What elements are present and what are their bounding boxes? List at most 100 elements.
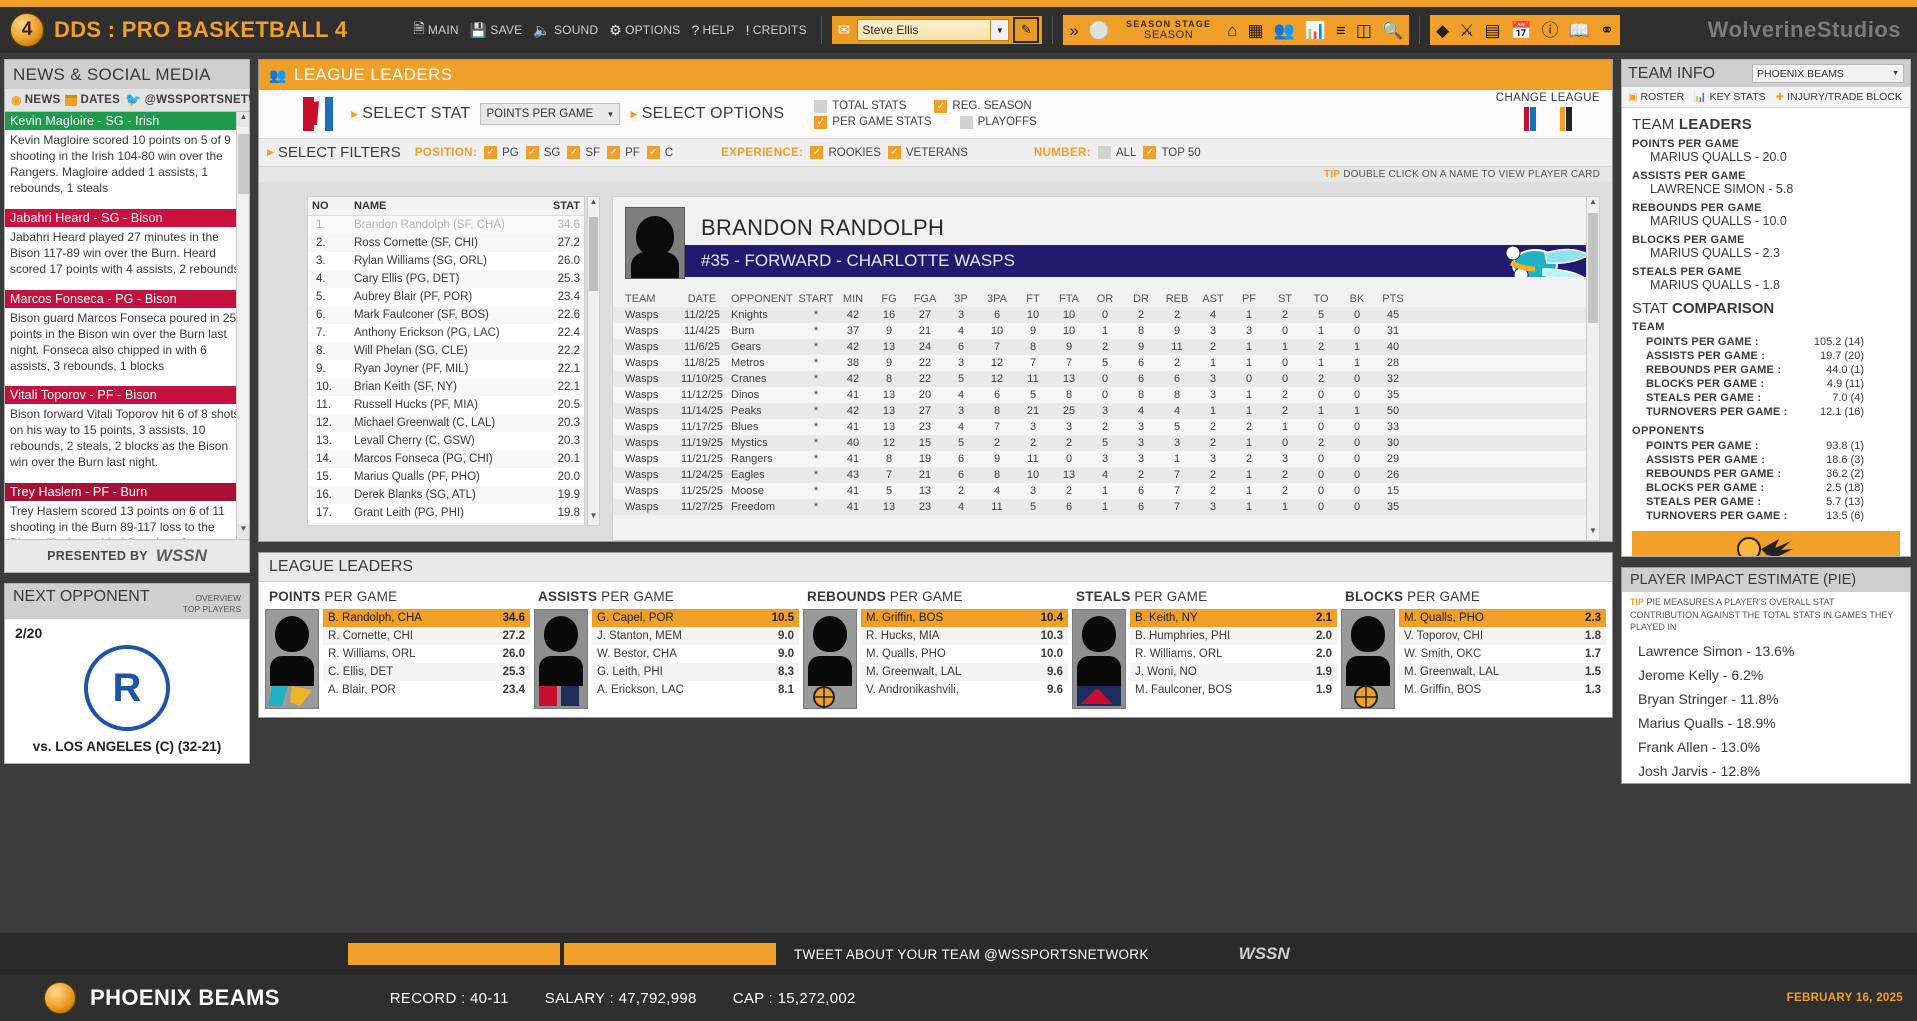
next-opponent-overview[interactable]: OVERVIEW — [195, 593, 241, 603]
scroll-up-icon[interactable]: ▲ — [1587, 197, 1599, 211]
table-row[interactable]: 5.Aubrey Blair (PF, POR)23.4 — [308, 288, 584, 306]
leader-row[interactable]: M. Qualls, PHO2.3 — [1399, 609, 1606, 627]
news-item[interactable]: Kevin Magloire - SG - IrishKevin Magloir… — [5, 112, 249, 199]
table-row[interactable]: 4.Cary Ellis (PG, DET)25.3 — [308, 270, 584, 288]
checkbox-icon[interactable]: ✓ — [1143, 146, 1156, 159]
option-reg-season[interactable]: ✓REG. SEASON — [934, 100, 1031, 113]
gamelog-row[interactable]: Wasps11/14/25Peaks*421327382125344112115… — [613, 403, 1599, 419]
option-total-stats[interactable]: TOTAL STATS — [814, 100, 906, 113]
gamelog-row[interactable]: Wasps11/6/25Gears*421324678929112112140 — [613, 339, 1599, 355]
table-row[interactable]: 17.Grant Leith (PG, PHI)19.8 — [308, 504, 584, 522]
leader-row[interactable]: B. Humphries, PHI2.0 — [1130, 627, 1337, 645]
leader-row[interactable]: G. Capel, POR10.5 — [592, 609, 799, 627]
news-item[interactable]: Jabahri Heard - SG - BisonJabahri Heard … — [5, 209, 249, 280]
search-icon[interactable]: 🔍 — [1382, 22, 1403, 39]
table-row[interactable]: 9.Ryan Joyner (PF, MIL)22.1 — [308, 360, 584, 378]
checkbox-icon[interactable]: ✓ — [567, 146, 580, 159]
next-opponent-topplayers[interactable]: TOP PLAYERS — [183, 604, 241, 614]
chevron-down-icon[interactable]: ▼ — [990, 20, 1008, 40]
checkbox-icon[interactable]: ✓ — [647, 146, 660, 159]
news-item[interactable]: Vitali Toporov - PF - BisonBison forward… — [5, 386, 249, 473]
finance-icon[interactable]: ≡ — [1336, 22, 1346, 39]
leader-row[interactable]: A. Blair, POR23.4 — [323, 681, 530, 699]
leader-row[interactable]: M. Faulconer, BOS1.9 — [1130, 681, 1337, 699]
gamelog-scrollbar[interactable]: ▲ ▼ — [1586, 197, 1599, 540]
scoreboard-icon[interactable]: ▤ — [1484, 22, 1500, 39]
gamelog-row[interactable]: Wasps11/12/25Dinos*41132046580883120035 — [613, 387, 1599, 403]
gamelog-row[interactable]: Wasps11/25/25Moose*4151324321672120015 — [613, 483, 1599, 499]
binoculars-icon[interactable]: ⚭ — [1600, 22, 1614, 39]
table-row[interactable]: 13.Levall Cherry (C, GSW)20.3 — [308, 432, 584, 450]
option-per-game-stats[interactable]: ✓PER GAME STATS — [814, 116, 931, 129]
checkbox-icon[interactable]: ✓ — [888, 146, 901, 159]
stat-select-dropdown[interactable]: POINTS PER GAME ▼ — [480, 103, 620, 125]
leader-row[interactable]: M. Greenwalt, LAL1.5 — [1399, 663, 1606, 681]
leader-row[interactable]: V. Toporov, CHI1.8 — [1399, 627, 1606, 645]
filter-pos-sf[interactable]: ✓SF — [567, 146, 600, 159]
edit-icon[interactable]: ✎ — [1013, 17, 1039, 43]
scroll-down-icon[interactable]: ▼ — [588, 511, 599, 525]
menu-main[interactable]: 🗎MAIN — [409, 16, 462, 44]
table-row[interactable]: 11.Russell Hucks (PF, MIA)20.5 — [308, 396, 584, 414]
leader-row[interactable]: B. Randolph, CHA34.6 — [323, 609, 530, 627]
menu-save[interactable]: 💾SAVE — [466, 20, 527, 41]
filter-pos-pg[interactable]: ✓PG — [484, 146, 519, 159]
gamelog-row[interactable]: Wasps11/17/25Blues*41132347332352210033 — [613, 419, 1599, 435]
table-row[interactable]: 18.Marcue Fox (SG, IND)19.5 — [308, 522, 584, 526]
tab-roster[interactable]: ▣ROSTER — [1628, 91, 1684, 103]
menu-sound[interactable]: 🔈SOUND — [529, 20, 602, 41]
basketball-icon[interactable]: ⚪ — [1089, 22, 1110, 39]
scroll-up-icon[interactable]: ▲ — [588, 197, 599, 211]
tab-dates[interactable]: DATES — [65, 94, 120, 106]
table-row[interactable]: 6.Mark Faulconer (SF, BOS)22.6 — [308, 306, 584, 324]
draft-icon[interactable]: ⚔ — [1459, 22, 1474, 39]
progress-block-1[interactable] — [348, 943, 560, 965]
leader-row[interactable]: M. Griffin, BOS1.3 — [1399, 681, 1606, 699]
leaders-scrollbar[interactable]: ▲ ▼ — [587, 196, 600, 526]
tab-news[interactable]: ◉NEWS — [11, 93, 60, 107]
scroll-thumb[interactable] — [589, 217, 598, 291]
option-playoffs[interactable]: PLAYOFFS — [960, 116, 1037, 129]
checkbox-icon[interactable]: ✓ — [810, 146, 823, 159]
envelope-icon[interactable]: ✉ — [835, 21, 854, 39]
leader-row[interactable]: M. Qualls, PHO10.0 — [861, 645, 1068, 663]
tweet-text[interactable]: TWEET ABOUT YOUR TEAM @WSSPORTSNETWORK — [794, 947, 1149, 962]
chevron-down-icon[interactable]: ▼ — [607, 110, 615, 119]
gamelog-row[interactable]: Wasps11/4/25Burn*379214109101893301031 — [613, 323, 1599, 339]
chevron-down-icon[interactable]: ▼ — [1892, 70, 1899, 77]
checkbox-icon[interactable]: ✓ — [934, 100, 947, 113]
info-icon[interactable]: ⓘ — [1542, 22, 1559, 39]
progress-block-2[interactable] — [564, 943, 776, 965]
tab-key-stats[interactable]: 📊KEY STATS — [1694, 91, 1765, 103]
advance-icon[interactable]: » — [1069, 22, 1078, 39]
leader-row[interactable]: J. Stanton, MEM9.0 — [592, 627, 799, 645]
trade-icon[interactable]: ◆ — [1436, 22, 1449, 39]
checkbox-icon[interactable] — [814, 100, 827, 113]
leader-row[interactable]: M. Griffin, BOS10.4 — [861, 609, 1068, 627]
filter-pos-c[interactable]: ✓C — [647, 146, 673, 159]
filter-num-top50[interactable]: ✓TOP 50 — [1143, 146, 1200, 159]
news-item[interactable]: Marcos Fonseca - PG - BisonBison guard M… — [5, 290, 249, 377]
coach-select[interactable]: Steve Ellis ▼ — [857, 19, 1009, 41]
menu-options[interactable]: ⚙OPTIONS — [605, 20, 684, 41]
leader-row[interactable]: A. Erickson, LAC8.1 — [592, 681, 799, 699]
table-row[interactable]: 1.Brandon Randolph (SF, CHA)34.6 — [308, 216, 584, 234]
menu-credits[interactable]: !CREDITS — [742, 20, 811, 40]
leader-row[interactable]: R. Williams, ORL26.0 — [323, 645, 530, 663]
leader-row[interactable]: W. Bestor, CHA9.0 — [592, 645, 799, 663]
leader-row[interactable]: R. Williams, ORL2.0 — [1130, 645, 1337, 663]
checkbox-icon[interactable] — [1098, 146, 1111, 159]
gamelog-row[interactable]: Wasps11/2/25Knights*42162736101002241250… — [613, 307, 1599, 323]
people-icon[interactable]: 👥 — [1274, 22, 1295, 39]
filter-pos-pf[interactable]: ✓PF — [607, 146, 640, 159]
checkbox-icon[interactable]: ✓ — [484, 146, 497, 159]
podium-icon[interactable]: ▦ — [1248, 22, 1264, 39]
leader-row[interactable]: R. Hucks, MIA10.3 — [861, 627, 1068, 645]
leader-row[interactable]: M. Greenwalt, LAL9.6 — [861, 663, 1068, 681]
gamelog-row[interactable]: Wasps11/21/25Rangers*4181969110331323002… — [613, 451, 1599, 467]
leader-row[interactable]: J. Woni, NO1.9 — [1130, 663, 1337, 681]
scroll-down-icon[interactable]: ▼ — [237, 524, 249, 539]
bar-chart-icon[interactable]: 📊 — [1305, 22, 1326, 39]
filter-pos-sg[interactable]: ✓SG — [526, 146, 561, 159]
gamelog-row[interactable]: Wasps11/27/25Freedom*4113234115616731100… — [613, 499, 1599, 515]
